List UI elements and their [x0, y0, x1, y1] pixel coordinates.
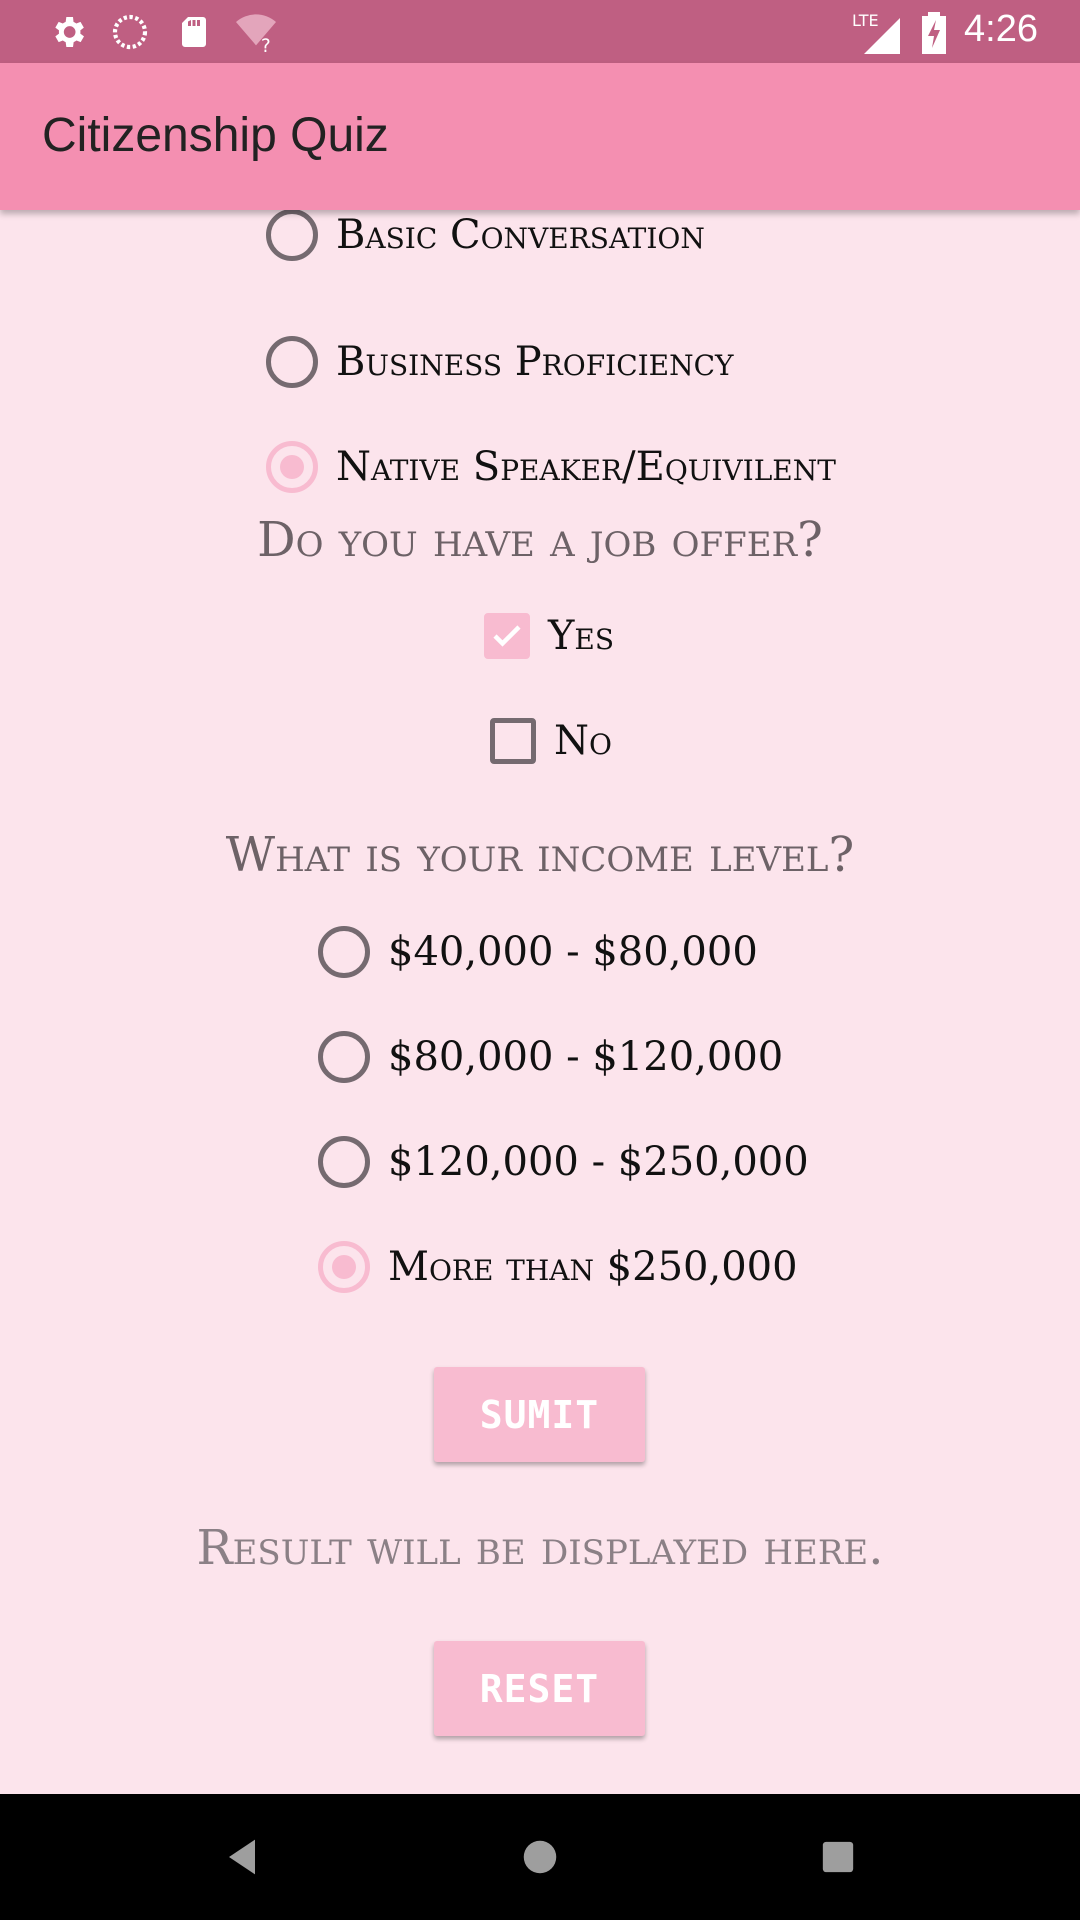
radio-button-selected[interactable] — [266, 441, 318, 493]
income-question: What is your income level? — [225, 827, 855, 883]
radio-button[interactable] — [266, 336, 318, 388]
app-bar: Citizenship Quiz — [0, 63, 1080, 210]
svg-text:?: ? — [261, 36, 271, 52]
option-label: Yes — [548, 613, 615, 659]
home-icon[interactable] — [514, 1831, 566, 1883]
checkbox-no[interactable]: No — [490, 711, 612, 771]
quiz-content[interactable]: Basic Conversation Business Proficiency … — [0, 210, 1080, 1794]
option-label: Business Proficiency — [336, 339, 734, 385]
battery-charging-icon — [912, 10, 956, 54]
radio-button[interactable] — [318, 926, 370, 978]
back-icon[interactable] — [216, 1831, 268, 1883]
recents-icon[interactable] — [812, 1831, 864, 1883]
radio-button-selected[interactable] — [318, 1241, 370, 1293]
checkbox-yes[interactable]: Yes — [484, 606, 614, 666]
radio-income-over-250[interactable]: More than $250,000 — [318, 1237, 798, 1297]
result-text: Result will be displayed here. — [196, 1520, 884, 1576]
navigation-bar — [0, 1794, 1080, 1920]
radio-native-speaker[interactable]: Native Speaker/Equivilent — [266, 437, 836, 497]
job-offer-question: Do you have a job offer? — [257, 512, 823, 568]
sd-card-icon — [172, 10, 216, 54]
wifi-unknown-icon: ? — [234, 10, 278, 54]
reset-button[interactable]: RESET — [434, 1641, 645, 1736]
settings-icon — [46, 10, 90, 54]
radio-button[interactable] — [318, 1136, 370, 1188]
radio-business-proficiency[interactable]: Business Proficiency — [266, 332, 734, 392]
signal-icon: LTE — [852, 10, 904, 54]
option-label: No — [554, 718, 612, 764]
checkbox[interactable] — [490, 718, 536, 764]
submit-button[interactable]: SUMIT — [434, 1367, 645, 1462]
option-label: $120,000 - $250,000 — [388, 1139, 809, 1185]
option-label: More than $250,000 — [388, 1244, 798, 1290]
status-time: 4:26 — [964, 8, 1038, 50]
radio-button[interactable] — [318, 1031, 370, 1083]
checkbox-checked[interactable] — [484, 613, 530, 659]
option-label: Basic Conversation — [336, 212, 705, 258]
network-type-label: LTE — [852, 11, 879, 30]
option-label: $40,000 - $80,000 — [388, 929, 758, 975]
check-icon — [493, 625, 521, 647]
radio-basic-conversation[interactable]: Basic Conversation — [266, 210, 705, 265]
app-title: Citizenship Quiz — [42, 109, 389, 162]
radio-button[interactable] — [266, 210, 318, 261]
option-label: $80,000 - $120,000 — [388, 1034, 784, 1080]
radio-income-40-80[interactable]: $40,000 - $80,000 — [318, 922, 758, 982]
option-label: Native Speaker/Equivilent — [336, 444, 836, 490]
radio-income-120-250[interactable]: $120,000 - $250,000 — [318, 1132, 809, 1192]
sync-icon — [108, 10, 152, 54]
radio-income-80-120[interactable]: $80,000 - $120,000 — [318, 1027, 783, 1087]
status-bar: ? LTE 4:26 — [0, 0, 1080, 63]
